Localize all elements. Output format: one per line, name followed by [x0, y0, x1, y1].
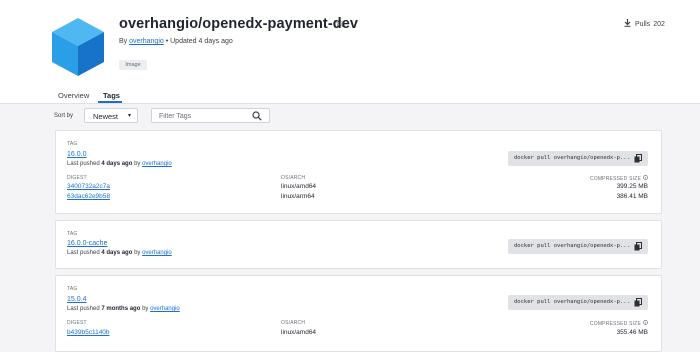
pushed-by: by: [134, 250, 141, 256]
pull-command-text: docker pull overhangio/openedx-p...: [514, 243, 630, 249]
tag-column-label: TAG: [67, 141, 78, 147]
compressed-size-value: 355.46 MB: [616, 329, 648, 336]
digest-link[interactable]: 3400732a2c7a: [67, 183, 110, 190]
pushed-when: 4 days ago: [101, 161, 133, 167]
repo-header: overhangio/openedx-payment-dev ☆ By over…: [0, 0, 700, 104]
tab-tags[interactable]: Tags: [103, 91, 120, 100]
sort-by-label: Sort by: [54, 113, 74, 119]
compressed-size-value: 399.25 MB: [616, 183, 648, 190]
pushed-by: by: [134, 161, 141, 167]
info-icon[interactable]: [643, 175, 648, 180]
pull-command-text: docker pull overhangio/openedx-p...: [514, 299, 630, 305]
tag-name-link[interactable]: 16.0.0: [67, 151, 86, 158]
pushed-prefix: Last pushed: [67, 306, 100, 312]
star-icon[interactable]: ☆: [334, 15, 346, 31]
tag-name-link[interactable]: 16.0.0-cache: [67, 240, 107, 247]
os-arch-value: linux/arm64: [281, 193, 315, 200]
cube-logo-icon: [52, 18, 104, 76]
tag-card: TAG 16.0.0-cache Last pushed 4 days ago …: [55, 220, 662, 269]
tag-column-label: TAG: [67, 286, 78, 292]
tab-overview[interactable]: Overview: [58, 91, 89, 100]
download-icon: [624, 19, 631, 27]
docker-pull-command[interactable]: docker pull overhangio/openedx-p...: [508, 295, 648, 310]
docker-pull-command[interactable]: docker pull overhangio/openedx-p...: [508, 151, 648, 166]
tag-name-link[interactable]: 15.0.4: [67, 296, 86, 303]
os-arch-value: linux/amd64: [281, 329, 317, 336]
digest-link[interactable]: b439b5c1140b: [67, 329, 110, 336]
tag-column-label: TAG: [67, 231, 78, 237]
os-arch-column-label: OS/ARCH: [281, 175, 306, 181]
compressed-size-column-label: COMPRESSED SIZE: [590, 175, 648, 182]
pulls-stat: Pulls 202: [624, 19, 665, 28]
active-tab-indicator: [98, 101, 122, 103]
copy-icon[interactable]: [634, 242, 642, 251]
filter-tags-input[interactable]: [159, 111, 249, 121]
owner-link[interactable]: overhangio: [129, 38, 164, 45]
pusher-link[interactable]: overhangio: [150, 306, 180, 312]
pushed-prefix: Last pushed: [67, 250, 100, 256]
sort-value: Newest: [93, 112, 119, 121]
updated-text: • Updated 4 days ago: [165, 38, 233, 45]
type-badge: Image: [119, 60, 147, 70]
filter-tags-field[interactable]: [151, 108, 270, 123]
info-icon[interactable]: [643, 320, 648, 325]
digest-column-label: DIGEST: [67, 175, 87, 181]
copy-icon[interactable]: [634, 298, 642, 307]
digest-link[interactable]: 63dac62e9b58: [67, 193, 110, 200]
chevron-down-icon: ▾: [127, 113, 131, 119]
pusher-link[interactable]: overhangio: [142, 250, 172, 256]
os-arch-value: linux/amd64: [281, 183, 317, 190]
pulls-label: Pulls: [635, 21, 651, 28]
compressed-size-value: 386.41 MB: [616, 193, 648, 200]
repo-title: overhangio/openedx-payment-dev: [119, 16, 359, 32]
pushed-by: by: [142, 306, 149, 312]
by-label: By: [119, 38, 128, 45]
compressed-size-column-label: COMPRESSED SIZE: [590, 320, 648, 327]
pushed-prefix: Last pushed: [67, 161, 100, 167]
last-pushed-text: Last pushed 4 days ago by overhangio: [67, 250, 172, 256]
digest-column-label: DIGEST: [67, 320, 87, 326]
pulls-count: 202: [653, 21, 665, 28]
repo-byline: By overhangio • Updated 4 days ago: [119, 38, 233, 45]
last-pushed-text: Last pushed 4 days ago by overhangio: [67, 161, 172, 167]
pushed-when: 7 months ago: [101, 306, 141, 312]
docker-pull-command[interactable]: docker pull overhangio/openedx-p...: [508, 239, 648, 254]
tag-card: TAG 15.0.4 Last pushed 7 months ago by o…: [55, 275, 662, 352]
search-icon[interactable]: [252, 111, 262, 121]
os-arch-column-label: OS/ARCH: [281, 320, 306, 326]
sort-select[interactable]: Newest ▾: [84, 108, 138, 123]
copy-icon[interactable]: [634, 154, 642, 163]
pusher-link[interactable]: overhangio: [142, 161, 172, 167]
tag-card: TAG 16.0.0 Last pushed 4 days ago by ove…: [55, 130, 662, 214]
pushed-when: 4 days ago: [101, 250, 133, 256]
last-pushed-text: Last pushed 7 months ago by overhangio: [67, 306, 180, 312]
pull-command-text: docker pull overhangio/openedx-p...: [514, 155, 630, 161]
